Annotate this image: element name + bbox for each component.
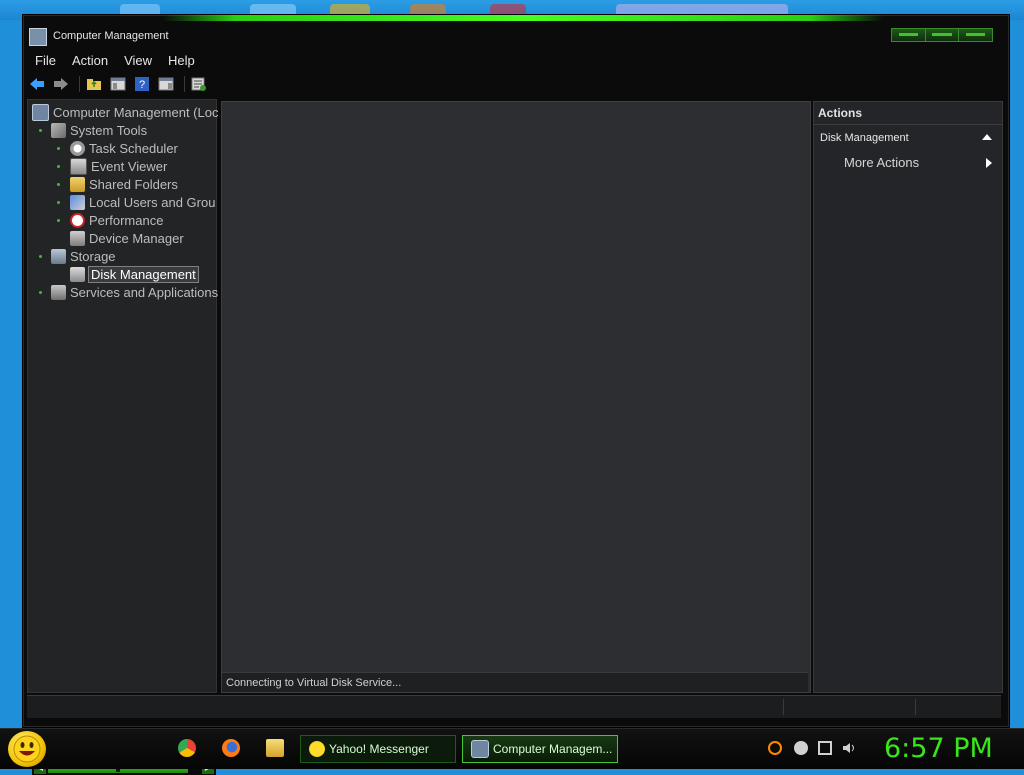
device-manager-icon: [70, 230, 85, 246]
tree-item-storage[interactable]: Storage: [51, 247, 116, 265]
tree-item-computer-management[interactable]: Computer Management (Loc: [32, 103, 218, 121]
help-icon[interactable]: ?: [132, 75, 152, 93]
tools-icon: [51, 122, 66, 138]
yahoo-messenger-icon: [309, 741, 325, 757]
expand-bullet[interactable]: [57, 201, 60, 204]
event-viewer-icon: [70, 157, 87, 175]
smiley-icon: [13, 735, 41, 763]
show-hide-action-pane-icon[interactable]: [156, 75, 176, 93]
title-bar[interactable]: Computer Management: [23, 23, 1009, 49]
status-bar-segment: [915, 699, 1000, 715]
minimize-button[interactable]: [892, 29, 926, 41]
tree-item-label: Services and Applications: [70, 284, 219, 300]
tree-item-task-scheduler[interactable]: Task Scheduler: [70, 139, 178, 157]
computer-management-icon: [471, 740, 489, 758]
toolbar-separator: [184, 76, 185, 92]
up-folder-icon[interactable]: [84, 75, 104, 93]
clock[interactable]: 6:57 PM: [884, 733, 993, 764]
more-actions-item[interactable]: More Actions: [844, 155, 996, 170]
volume-icon[interactable]: [842, 741, 856, 755]
network-icon[interactable]: [818, 741, 832, 755]
show-hide-tree-icon[interactable]: [108, 75, 128, 93]
taskbar: Yahoo! Messenger Computer Managem... 6:5…: [0, 728, 1024, 769]
svg-text:?: ?: [139, 79, 145, 91]
tree-item-device-manager[interactable]: Device Manager: [70, 229, 184, 247]
tree-item-services-and-applications[interactable]: Services and Applications: [51, 283, 218, 301]
tree-item-label: Device Manager: [89, 230, 184, 246]
shared-folders-icon: [70, 176, 85, 192]
computer-management-icon: [29, 28, 47, 46]
tree-item-local-users-and-groups[interactable]: Local Users and Grou: [70, 193, 215, 211]
task-label: Yahoo! Messenger: [329, 742, 429, 756]
disk-management-content: Connecting to Virtual Disk Service...: [221, 101, 811, 693]
tree-item-label: Disk Management: [88, 265, 199, 283]
tree-item-label: System Tools: [70, 122, 148, 138]
performance-icon: [70, 212, 85, 228]
actions-pane: Actions Disk Management More Actions: [813, 101, 1003, 693]
window-glow: [163, 15, 883, 21]
disk-icon: [70, 266, 85, 282]
tree-item-system-tools[interactable]: System Tools: [51, 121, 147, 139]
task-computer-management[interactable]: Computer Managem...: [462, 735, 618, 763]
collapse-up-icon[interactable]: [982, 134, 992, 140]
tree-item-label: Local Users and Grou: [89, 194, 216, 210]
tree-item-performance[interactable]: Performance: [70, 211, 163, 229]
computer-management-icon: [32, 103, 49, 121]
tree-item-event-viewer[interactable]: Event Viewer: [70, 157, 167, 175]
task-label: Computer Managem...: [493, 742, 613, 756]
actions-section-label: Disk Management: [820, 132, 909, 144]
services-icon: [51, 284, 66, 300]
tree-item-label: Storage: [70, 248, 116, 264]
tree-item-label: Event Viewer: [91, 158, 168, 174]
task-yahoo-messenger[interactable]: Yahoo! Messenger: [300, 735, 456, 763]
search-icon[interactable]: [768, 741, 782, 755]
window-controls: [891, 28, 993, 42]
menu-file[interactable]: File: [27, 51, 64, 71]
start-button[interactable]: [8, 731, 46, 767]
window-title: Computer Management: [53, 30, 169, 42]
tree-item-label: Performance: [89, 212, 164, 228]
submenu-arrow-icon: [986, 158, 992, 168]
actions-header: Actions: [818, 106, 863, 120]
more-actions-label: More Actions: [844, 155, 920, 170]
menu-help[interactable]: Help: [160, 51, 203, 71]
back-icon[interactable]: [27, 75, 47, 93]
expand-bullet[interactable]: [57, 165, 60, 168]
toolbar: ?: [27, 73, 213, 95]
expand-bullet[interactable]: [39, 291, 42, 294]
properties-icon[interactable]: [189, 75, 209, 93]
status-bar-segment: [783, 699, 914, 715]
menu-bar: File Action View Help: [27, 51, 203, 71]
computer-management-window: Computer Management File Action View Hel…: [22, 14, 1010, 775]
actions-section-disk-management[interactable]: Disk Management: [820, 132, 996, 144]
users-icon: [70, 194, 85, 210]
window-status-bar: [27, 695, 1001, 718]
expand-bullet[interactable]: [57, 219, 60, 222]
expand-bullet[interactable]: [57, 147, 60, 150]
tree-item-shared-folders[interactable]: Shared Folders: [70, 175, 178, 193]
chrome-icon[interactable]: [178, 739, 196, 757]
menu-view[interactable]: View: [116, 51, 160, 71]
tree-item-disk-management[interactable]: Disk Management: [70, 265, 199, 283]
tree-item-label: Shared Folders: [89, 176, 178, 192]
menu-action[interactable]: Action: [64, 51, 116, 71]
expand-bullet[interactable]: [39, 255, 42, 258]
minus-circle-icon[interactable]: [794, 741, 808, 755]
storage-icon: [51, 248, 66, 264]
firefox-icon[interactable]: [222, 739, 240, 757]
clock-icon: [70, 140, 85, 156]
content-status-text: Connecting to Virtual Disk Service...: [222, 672, 808, 692]
toolbar-separator: [79, 76, 80, 92]
expand-bullet[interactable]: [39, 129, 42, 132]
forward-icon[interactable]: [51, 75, 71, 93]
actions-divider: [814, 124, 1002, 125]
tree-item-label: Computer Management (Loc: [53, 104, 219, 120]
console-tree[interactable]: Computer Management (Loc System Tools Ta…: [27, 99, 218, 775]
expand-bullet[interactable]: [57, 183, 60, 186]
folder-icon[interactable]: [266, 739, 284, 757]
close-button[interactable]: [959, 29, 992, 41]
maximize-button[interactable]: [926, 29, 960, 41]
tree-item-label: Task Scheduler: [89, 140, 178, 156]
